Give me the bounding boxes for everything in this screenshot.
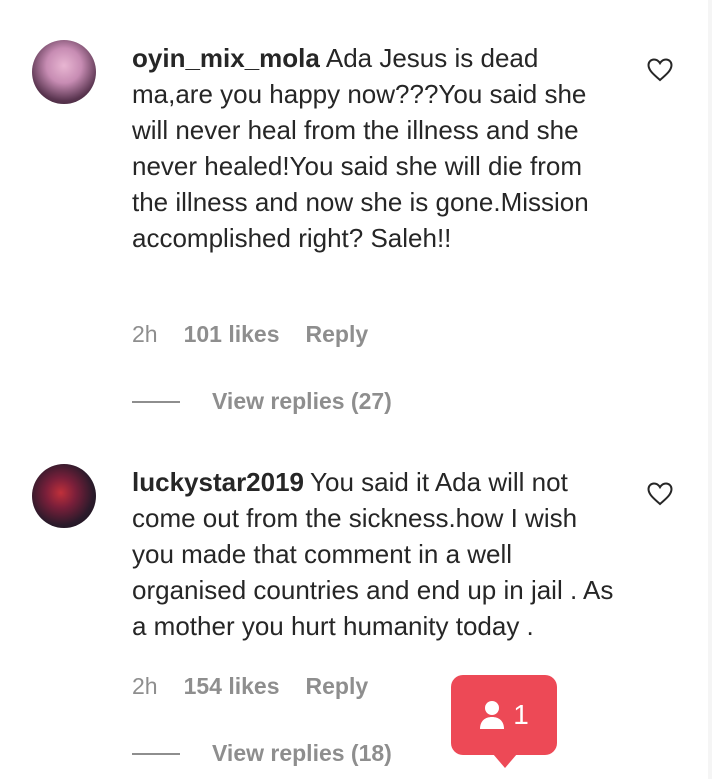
comment-time: 2h — [132, 321, 158, 347]
comment-body: oyin_mix_mola Ada Jesus is dead ma,are yo… — [132, 40, 622, 256]
like-heart-icon[interactable] — [647, 58, 673, 82]
like-heart-icon[interactable] — [647, 482, 673, 506]
avatar[interactable] — [32, 40, 96, 104]
comment-username[interactable]: luckystar2019 — [132, 467, 304, 497]
view-replies-label: View replies (18) — [212, 740, 392, 766]
avatar[interactable] — [32, 464, 96, 528]
comment-body: luckystar2019 You said it Ada will not co… — [132, 464, 622, 644]
reply-button[interactable]: Reply — [306, 321, 369, 348]
notification-count: 1 — [513, 699, 529, 730]
reply-button[interactable]: Reply — [306, 673, 369, 700]
comment-text: Ada Jesus is dead ma,are you happy now??… — [132, 43, 589, 253]
person-icon — [480, 701, 505, 729]
replies-divider — [132, 752, 180, 755]
comment-meta: 2h 101 likes Reply — [132, 321, 368, 348]
comment-username[interactable]: oyin_mix_mola — [132, 43, 320, 73]
comment-meta: 2h 154 likes Reply — [132, 673, 368, 700]
comment-likes[interactable]: 101 likes — [184, 321, 280, 348]
comment-likes[interactable]: 154 likes — [184, 673, 280, 700]
view-replies-button[interactable]: View replies (18) — [132, 740, 392, 767]
replies-divider — [132, 400, 180, 403]
follower-notification-bubble[interactable]: 1 — [451, 675, 557, 768]
view-replies-label: View replies (27) — [212, 388, 392, 414]
view-replies-button[interactable]: View replies (27) — [132, 388, 392, 415]
comment-time: 2h — [132, 673, 158, 699]
scroll-edge — [708, 0, 712, 779]
